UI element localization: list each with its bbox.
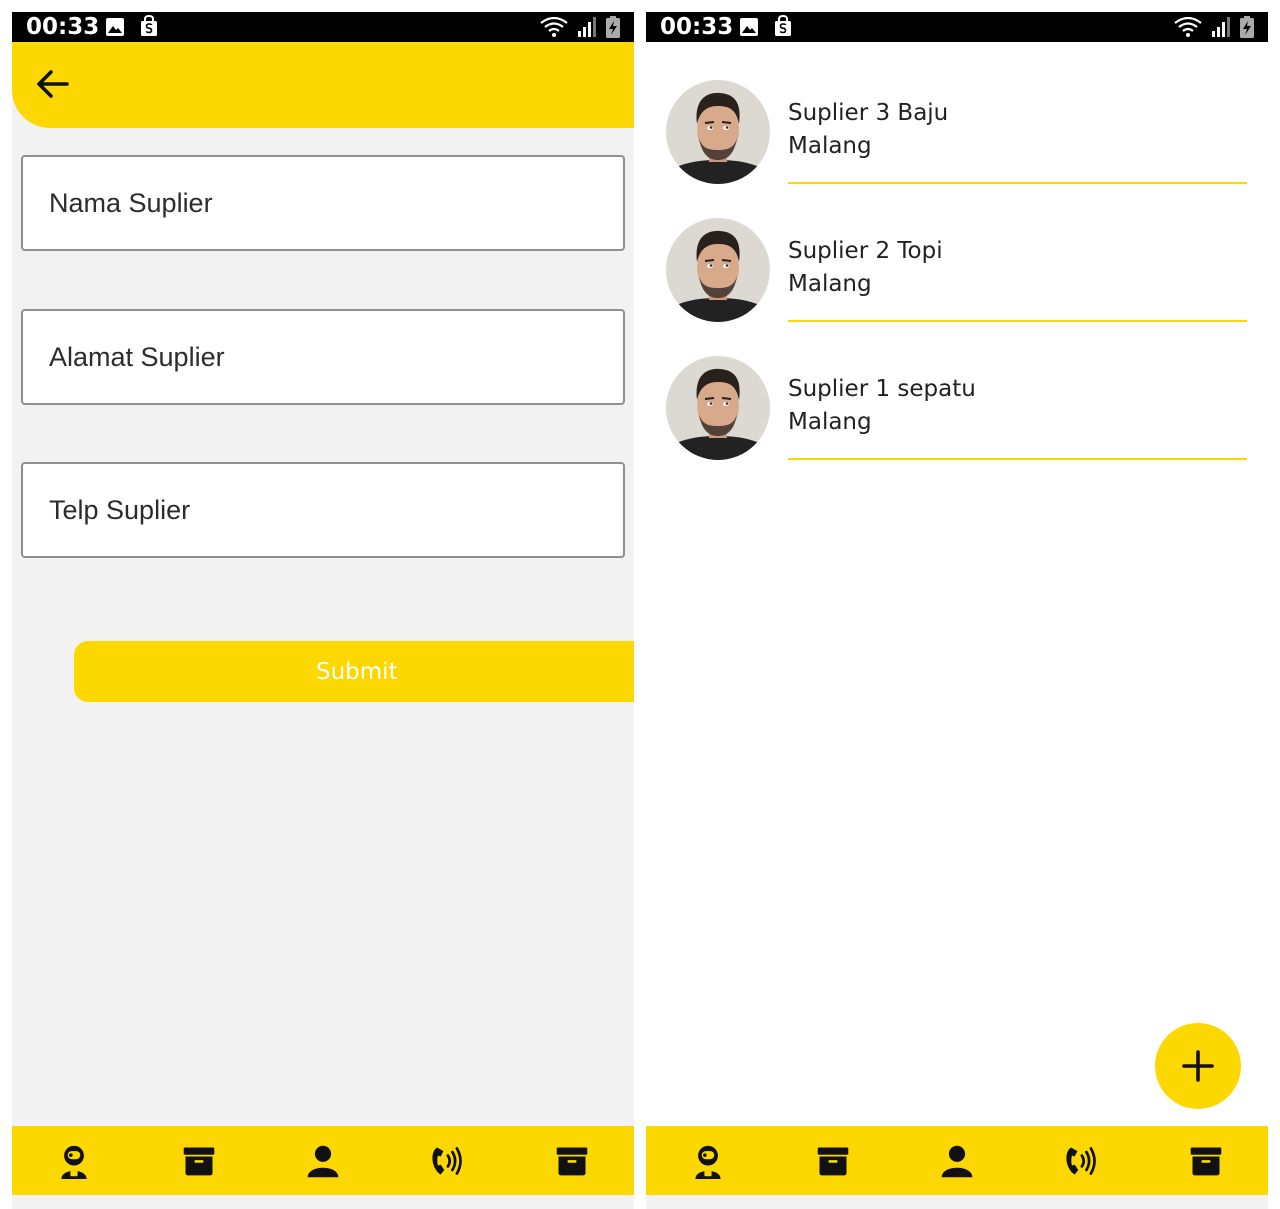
nav-archive[interactable]: [803, 1131, 863, 1191]
arrow-left-icon: [37, 70, 69, 98]
system-nav-area: [12, 1195, 634, 1209]
bottom-nav: [12, 1126, 634, 1195]
shopping-bag-icon: [775, 15, 791, 36]
image-icon: [740, 18, 758, 36]
alamat-suplier-field[interactable]: [21, 309, 625, 405]
archive-icon: [554, 1143, 590, 1179]
archive-icon: [181, 1143, 217, 1179]
nav-archive-2[interactable]: [542, 1131, 602, 1191]
nav-user[interactable]: [293, 1131, 353, 1191]
alamat-suplier-input[interactable]: [23, 311, 623, 403]
avatar: [666, 356, 770, 460]
avatar: [666, 80, 770, 184]
supplier-name: Suplier 1 sepatu: [788, 376, 976, 402]
nama-suplier-field[interactable]: [21, 155, 625, 251]
battery-charging-icon: [1240, 16, 1254, 38]
phone-volume-icon: [1063, 1143, 1099, 1179]
item-divider: [788, 320, 1247, 322]
archive-icon: [1188, 1143, 1224, 1179]
add-supplier-button[interactable]: [1155, 1023, 1241, 1109]
app-bar: [12, 42, 634, 128]
supplier-city: Malang: [788, 271, 872, 297]
archive-icon: [815, 1143, 851, 1179]
nav-archive-2[interactable]: [1176, 1131, 1236, 1191]
supplier-city: Malang: [788, 409, 872, 435]
plus-icon: [1182, 1050, 1214, 1082]
nav-contact[interactable]: [417, 1131, 477, 1191]
supplier-city: Malang: [788, 133, 872, 159]
supplier-name: Suplier 2 Topi: [788, 238, 943, 264]
supplier-list-screen: 00:33 Suplier 3 Baju Malang Suplier 2 To…: [646, 12, 1268, 1209]
status-time: 00:33: [26, 14, 100, 40]
avatar: [666, 218, 770, 322]
status-time: 00:33: [660, 14, 734, 40]
status-bar: 00:33: [646, 12, 1268, 42]
shopping-bag-icon: [141, 15, 157, 36]
item-divider: [788, 182, 1247, 184]
signal-icon: [1212, 17, 1230, 37]
image-icon: [106, 18, 124, 36]
supplier-list-item[interactable]: Suplier 2 Topi Malang: [646, 204, 1268, 342]
nav-astronaut[interactable]: [678, 1131, 738, 1191]
telp-suplier-field[interactable]: [21, 462, 625, 558]
wifi-icon: [1174, 17, 1202, 37]
wifi-icon: [540, 17, 568, 37]
user-icon: [305, 1143, 341, 1179]
nav-user[interactable]: [927, 1131, 987, 1191]
supplier-name: Suplier 3 Baju: [788, 100, 949, 126]
supplier-list-item[interactable]: Suplier 3 Baju Malang: [646, 66, 1268, 204]
telp-suplier-input[interactable]: [23, 464, 623, 556]
phone-volume-icon: [429, 1143, 465, 1179]
supplier-list-item[interactable]: Suplier 1 sepatu Malang: [646, 342, 1268, 480]
back-button[interactable]: [30, 62, 74, 106]
bottom-nav: [646, 1126, 1268, 1195]
signal-icon: [578, 17, 596, 37]
status-bar: 00:33: [12, 12, 634, 42]
astronaut-icon: [56, 1143, 92, 1179]
nav-archive[interactable]: [169, 1131, 229, 1191]
nama-suplier-input[interactable]: [23, 157, 623, 249]
nav-astronaut[interactable]: [44, 1131, 104, 1191]
battery-charging-icon: [606, 16, 620, 38]
system-nav-area: [646, 1195, 1268, 1209]
item-divider: [788, 458, 1247, 460]
nav-contact[interactable]: [1051, 1131, 1111, 1191]
astronaut-icon: [690, 1143, 726, 1179]
user-icon: [939, 1143, 975, 1179]
submit-button[interactable]: Submit: [74, 641, 634, 702]
add-supplier-screen: 00:33 Nama Suplier Alamat Suplier Telp S…: [12, 12, 634, 1209]
